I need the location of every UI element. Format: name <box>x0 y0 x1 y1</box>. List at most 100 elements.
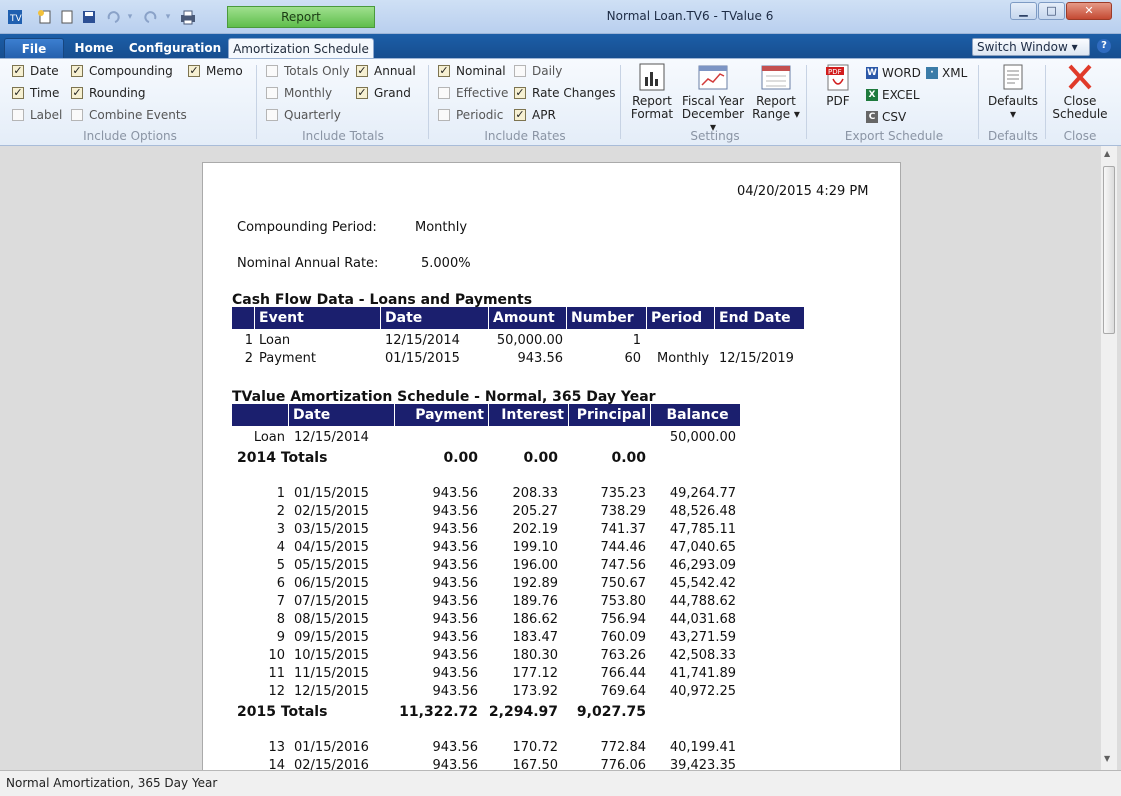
amort-row-balance: 42,508.33 <box>669 648 736 663</box>
tab-configuration[interactable]: Configuration <box>128 38 222 58</box>
cashflow-header-cell: Period <box>646 307 714 329</box>
report-format-button[interactable]: Report Format <box>626 63 678 121</box>
amort-row-interest: 196.00 <box>512 558 559 573</box>
amort-row-principal: 747.56 <box>600 558 647 573</box>
checkbox-rate-changes[interactable]: ✓ Rate Changes <box>514 84 616 102</box>
defaults-button[interactable]: Defaults ▾ <box>986 63 1040 121</box>
scroll-down-arrow-icon[interactable]: ▼ <box>1104 754 1110 763</box>
checkbox-effective[interactable]: Effective <box>438 84 508 102</box>
vertical-scrollbar[interactable]: ▲ ▼ <box>1100 146 1117 770</box>
close-x-icon <box>1065 63 1095 91</box>
amort-row-interest: 192.89 <box>512 576 559 591</box>
amort-row-principal: 766.44 <box>600 666 647 681</box>
amort-row-number: 3 <box>276 522 285 537</box>
ribbon-separator <box>978 65 979 139</box>
nominal-rate-label: Nominal Annual Rate: <box>237 256 379 271</box>
amort-row-interest: 202.19 <box>512 522 559 537</box>
export-pdf-button[interactable]: PDF PDF <box>816 63 860 108</box>
checkbox-label: Rounding <box>89 86 146 100</box>
amort-row-number: 4 <box>276 540 285 555</box>
checkbox-combine-events[interactable]: Combine Events <box>71 106 187 124</box>
close-window-button[interactable]: ✕ <box>1066 2 1112 20</box>
checkbox-box <box>438 109 450 121</box>
cashflow-header-cell: Event <box>254 307 380 329</box>
checkbox-daily[interactable]: Daily <box>514 62 562 80</box>
report-range-button[interactable]: Report Range ▾ <box>750 63 802 121</box>
report-context-tab[interactable]: Report <box>227 6 375 28</box>
export-word-button[interactable]: W WORD <box>866 64 921 82</box>
amort-row-interest: 177.12 <box>512 666 559 681</box>
redo-dropdown-icon[interactable]: ▾ <box>162 7 174 27</box>
undo-icon[interactable] <box>104 7 122 27</box>
fiscal-year-calendar-icon <box>698 63 728 91</box>
checkbox-totals-only[interactable]: Totals Only <box>266 62 350 80</box>
checkbox-label: Monthly <box>284 86 333 100</box>
print-icon[interactable] <box>178 7 198 27</box>
export-excel-label: EXCEL <box>882 88 920 102</box>
checkbox-grand[interactable]: ✓ Grand <box>356 84 411 102</box>
checkbox-box <box>71 109 83 121</box>
amort-row-principal: 738.29 <box>600 504 647 519</box>
help-icon[interactable]: ? <box>1097 39 1111 53</box>
amort-row-balance: 40,972.25 <box>669 684 736 699</box>
maximize-button[interactable]: □ <box>1038 2 1065 20</box>
tab-home[interactable]: Home <box>70 38 118 58</box>
defaults-icon <box>998 63 1028 91</box>
totals-label: 2014 Totals <box>237 450 328 466</box>
totals-principal: 0.00 <box>611 450 646 466</box>
amort-row-principal: 741.37 <box>600 522 647 537</box>
checkbox-annual[interactable]: ✓ Annual <box>356 62 416 80</box>
checkbox-label-option[interactable]: Label <box>12 106 62 124</box>
export-excel-button[interactable]: X EXCEL <box>866 86 920 104</box>
totals-label: 2015 Totals <box>237 704 328 720</box>
scrollbar-thumb[interactable] <box>1103 166 1115 334</box>
ribbon-separator <box>806 65 807 139</box>
amort-row-number: 13 <box>268 740 285 755</box>
switch-window-button[interactable]: Switch Window ▾ <box>972 38 1090 56</box>
defaults-dropdown-icon: ▾ <box>1009 107 1017 121</box>
export-csv-button[interactable]: C CSV <box>866 108 906 126</box>
redo-icon[interactable] <box>142 7 160 27</box>
cashflow-row-number: 1 <box>244 333 253 348</box>
group-label-include-rates: Include Rates <box>484 129 566 143</box>
group-label-close: Close <box>1063 129 1097 143</box>
save-icon[interactable] <box>80 7 98 27</box>
fiscal-year-button[interactable]: Fiscal Year December ▾ <box>678 63 748 134</box>
amort-row-balance: 46,293.09 <box>669 558 736 573</box>
checkbox-apr[interactable]: ✓ APR <box>514 106 556 124</box>
cashflow-number: 60 <box>624 351 641 366</box>
amort-row-principal: 769.64 <box>600 684 647 699</box>
amort-row-balance: 44,788.62 <box>669 594 736 609</box>
checkbox-nominal[interactable]: ✓ Nominal <box>438 62 506 80</box>
ribbon-separator <box>428 65 429 139</box>
group-label-export-schedule: Export Schedule <box>844 129 944 143</box>
checkbox-monthly[interactable]: Monthly <box>266 84 332 102</box>
app-icon[interactable]: TV <box>6 7 24 27</box>
scroll-up-arrow-icon[interactable]: ▲ <box>1104 149 1110 158</box>
close-schedule-button[interactable]: Close Schedule <box>1050 63 1110 121</box>
checkbox-date[interactable]: ✓ Date <box>12 62 59 80</box>
checkbox-compounding[interactable]: ✓ Compounding <box>71 62 173 80</box>
nominal-rate-value: 5.000% <box>421 256 471 271</box>
amort-row-principal: 772.84 <box>600 740 647 755</box>
ribbon-separator <box>1045 65 1046 139</box>
report-viewer[interactable]: 04/20/2015 4:29 PM Compounding Period: M… <box>0 146 1121 770</box>
checkbox-rounding[interactable]: ✓ Rounding <box>71 84 146 102</box>
open-file-icon[interactable] <box>58 7 76 27</box>
minimize-button[interactable]: ▁ <box>1010 2 1037 20</box>
status-text: Normal Amortization, 365 Day Year <box>6 776 218 790</box>
tab-file[interactable]: File <box>4 38 64 58</box>
title-bar: TV ▾ ▾ Report Normal Loan.TV6 - TValue 6… <box>0 0 1121 34</box>
checkbox-periodic[interactable]: Periodic <box>438 106 503 124</box>
amort-row-interest: 183.47 <box>512 630 559 645</box>
checkbox-time[interactable]: ✓ Time <box>12 84 59 102</box>
checkbox-quarterly[interactable]: Quarterly <box>266 106 341 124</box>
export-xml-button[interactable]: · XML <box>926 64 967 82</box>
tab-amortization-schedule[interactable]: Amortization Schedule <box>228 38 374 58</box>
checkbox-memo[interactable]: ✓ Memo <box>188 62 243 80</box>
undo-dropdown-icon[interactable]: ▾ <box>124 7 136 27</box>
word-icon: W <box>866 67 878 79</box>
checkbox-label: Label <box>30 108 63 122</box>
new-file-icon[interactable] <box>36 7 54 27</box>
excel-icon: X <box>866 89 878 101</box>
